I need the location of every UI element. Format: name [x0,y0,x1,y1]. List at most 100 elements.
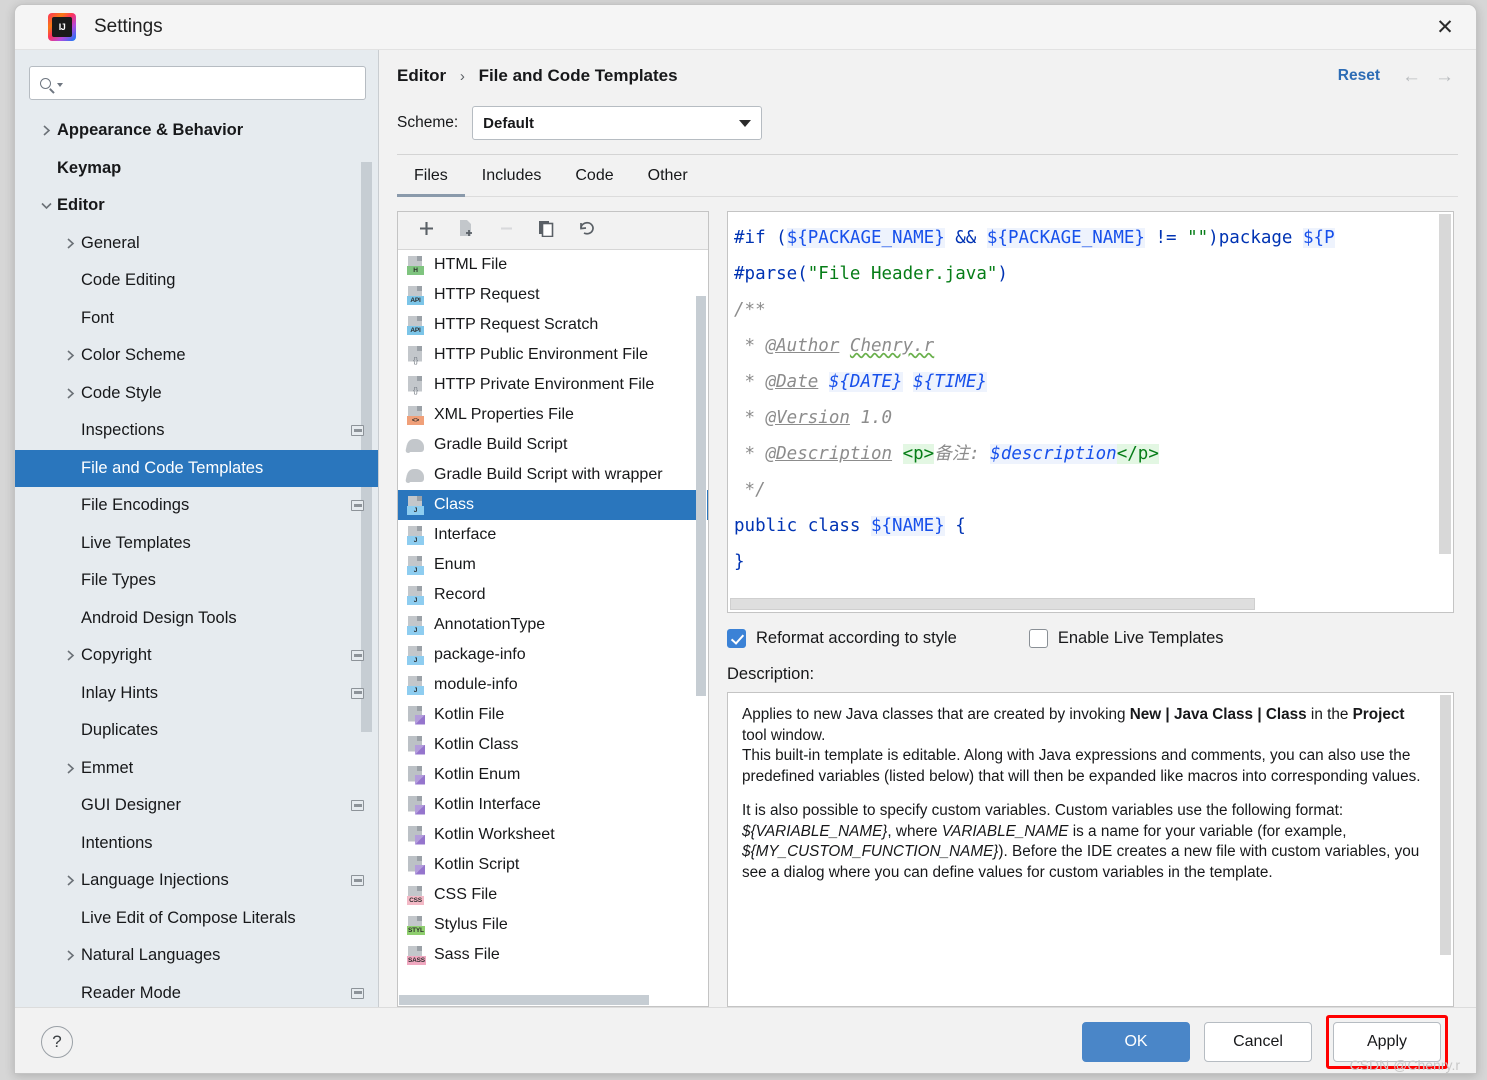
sidebar-item-file-encodings[interactable]: File Encodings [15,487,378,525]
copy-template-button[interactable] [526,213,566,249]
checkbox-checked-icon[interactable] [727,629,746,648]
sidebar-item-color-scheme[interactable]: Color Scheme [15,337,378,375]
template-list-item[interactable]: API HTTP Request [398,280,708,310]
template-list-item[interactable]: Jmodule-info [398,670,708,700]
apply-button[interactable]: Apply [1333,1021,1441,1062]
chevron-down-icon[interactable] [35,200,57,211]
sidebar-item-live-templates[interactable]: Live Templates [15,525,378,563]
template-list-item[interactable]: Kotlin Interface [398,790,708,820]
template-list-item[interactable]: H HTML File [398,250,708,280]
ok-button[interactable]: OK [1082,1021,1190,1062]
template-list-item[interactable]: <> XML Properties File [398,400,708,430]
arrow-right-icon[interactable]: → [1435,67,1454,86]
sidebar-item-inlay-hints[interactable]: Inlay Hints [15,675,378,713]
kotlin-file-icon [406,705,425,725]
chevron-right-icon[interactable] [59,762,81,775]
tab-includes[interactable]: Includes [465,155,559,196]
tab-other[interactable]: Other [631,155,705,196]
template-code-editor[interactable]: #if (${PACKAGE_NAME} && ${PACKAGE_NAME} … [727,211,1454,613]
sidebar-item-natural-languages[interactable]: Natural Languages [15,937,378,975]
template-list-item[interactable]: Kotlin Script [398,850,708,880]
code-content[interactable]: #if (${PACKAGE_NAME} && ${PACKAGE_NAME} … [728,212,1453,580]
reset-link[interactable]: Reset [1338,67,1380,85]
add-template-button[interactable] [406,213,446,249]
template-list-item[interactable]: Kotlin Enum [398,760,708,790]
template-list-item[interactable]: J Enum [398,550,708,580]
sidebar-item-code-editing[interactable]: Code Editing [15,262,378,300]
sidebar-item-duplicates[interactable]: Duplicates [15,712,378,750]
breadcrumb-root[interactable]: Editor [397,66,446,85]
module-scope-icon [351,500,364,512]
sidebar-item-copyright[interactable]: Copyright [15,637,378,675]
chevron-right-icon[interactable] [35,124,57,137]
sidebar-item-live-edit-of-compose-literals[interactable]: Live Edit of Compose Literals [15,900,378,938]
chevron-right-icon[interactable] [59,874,81,887]
help-icon[interactable]: ? [41,1025,73,1058]
sidebar-item-language-injections[interactable]: Language Injections [15,862,378,900]
reset-template-button[interactable] [566,213,606,249]
template-list-item[interactable]: {} HTTP Public Environment File [398,340,708,370]
template-list-item[interactable]: Kotlin Worksheet [398,820,708,850]
template-list-item[interactable]: J AnnotationType [398,610,708,640]
sidebar-item-general[interactable]: General [15,225,378,263]
template-list-hscrollbar-thumb[interactable] [399,995,649,1005]
template-list-item[interactable]: SASS Sass File [398,940,708,970]
template-list-item[interactable]: API HTTP Request Scratch [398,310,708,340]
template-list-item[interactable]: Gradle Build Script with wrapper [398,460,708,490]
chevron-right-icon[interactable] [59,387,81,400]
template-list-scrollbar-thumb[interactable] [696,296,706,696]
search-box[interactable] [29,66,366,100]
chevron-right-icon[interactable] [59,349,81,362]
sidebar-item-editor[interactable]: Editor [15,187,378,225]
sidebar-item-reader-mode[interactable]: Reader Mode [15,975,378,1008]
sidebar-item-inspections[interactable]: Inspections [15,412,378,450]
cancel-button[interactable]: Cancel [1204,1021,1312,1062]
template-list-item[interactable]: J Record [398,580,708,610]
reformat-checkbox[interactable]: Reformat according to style [727,629,957,648]
template-list-item[interactable]: J Class [398,490,708,520]
sidebar-item-emmet[interactable]: Emmet [15,750,378,788]
desc-p1d: Project [1352,706,1405,723]
template-list-item[interactable]: Jpackage-info [398,640,708,670]
template-list-item[interactable]: CSS CSS File [398,880,708,910]
template-list-item[interactable]: J Interface [398,520,708,550]
code-line-3: /** [734,300,766,320]
chevron-right-icon[interactable] [59,949,81,962]
sidebar-item-intentions[interactable]: Intentions [15,825,378,863]
template-list-item[interactable]: Gradle Build Script [398,430,708,460]
live-templates-checkbox[interactable]: Enable Live Templates [1028,629,1224,648]
settings-tree[interactable]: Appearance & Behavior Keymap Editor General… [15,110,378,1007]
sidebar-item-appearance-behavior[interactable]: Appearance & Behavior [15,112,378,150]
sidebar-item-file-and-code-templates[interactable]: File and Code Templates [15,449,378,487]
create-child-template-button[interactable] [446,213,486,249]
sidebar-item-file-types[interactable]: File Types [15,562,378,600]
template-list-item[interactable]: Kotlin File [398,700,708,730]
scheme-dropdown[interactable]: Default [472,106,763,140]
editor-hscrollbar-thumb[interactable] [730,598,1255,610]
chevron-right-icon[interactable] [59,649,81,662]
description-scrollbar-thumb[interactable] [1440,695,1451,955]
sidebar-item-keymap[interactable]: Keymap [15,150,378,188]
module-scope-icon [351,800,364,812]
editor-scrollbar-thumb[interactable] [1439,214,1451,554]
search-input[interactable] [63,67,365,99]
chevron-right-icon[interactable] [59,237,81,250]
tab-files[interactable]: Files [397,155,465,197]
checkbox-unchecked-icon[interactable] [1028,629,1048,648]
template-list-item[interactable]: {} HTTP Private Environment File [398,370,708,400]
sidebar-item-android-design-tools[interactable]: Android Design Tools [15,600,378,638]
sidebar-item-gui-designer[interactable]: GUI Designer [15,787,378,825]
template-list-item[interactable]: STYL Stylus File [398,910,708,940]
template-list-scrollbar[interactable] [696,250,707,1006]
template-tabs: Files Includes Code Other [379,155,1476,197]
close-icon[interactable]: ✕ [1414,5,1476,49]
template-list-item-label: Kotlin Worksheet [434,826,555,843]
arrow-left-icon[interactable]: ← [1402,67,1421,86]
description-label: Description: [727,665,815,683]
template-list[interactable]: H HTML File API HTTP Request API HTTP Request… [398,250,708,1006]
sidebar-item-code-style[interactable]: Code Style [15,375,378,413]
template-list-item[interactable]: Kotlin Class [398,730,708,760]
desc-p1a: Applies to new Java classes that are cre… [742,706,1130,723]
sidebar-item-font[interactable]: Font [15,300,378,338]
tab-code[interactable]: Code [558,155,630,196]
